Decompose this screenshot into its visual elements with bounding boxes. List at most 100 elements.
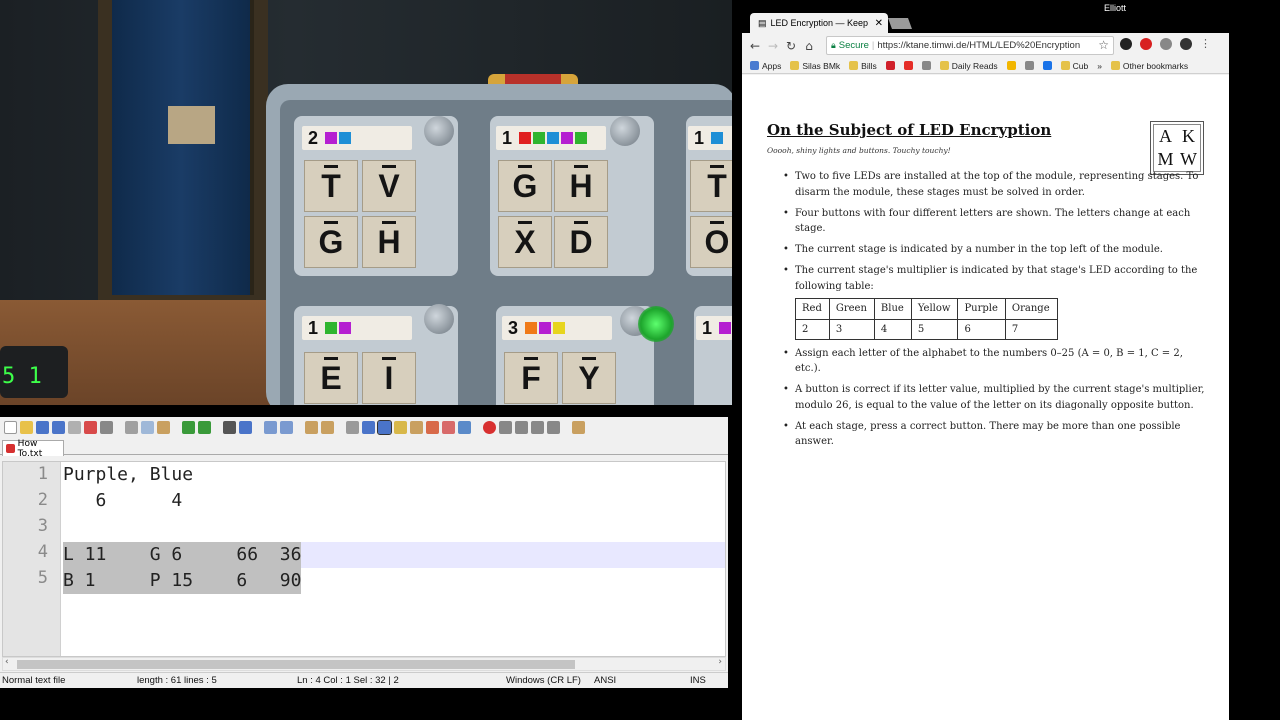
letter-button[interactable]: X [498, 216, 552, 268]
letter-button[interactable]: D [554, 216, 608, 268]
find-icon[interactable] [223, 420, 236, 434]
bookmark-item[interactable]: Cub [1060, 61, 1088, 71]
letter-button[interactable]: I [362, 352, 416, 404]
home-icon[interactable]: ⌂ [800, 39, 818, 53]
bookmark-item[interactable] [1024, 61, 1034, 70]
bookmark-icon [1060, 61, 1070, 70]
cut-icon[interactable] [125, 420, 138, 434]
save-macro-icon[interactable] [547, 420, 560, 434]
manual-page[interactable]: On the Subject of LED Encryption Ooooh, … [742, 75, 1229, 720]
print-icon[interactable] [100, 420, 113, 434]
text-editor[interactable]: 1 2 3 4 5 Purple, Blue 6 4 L 11 G 6 66 3… [2, 461, 726, 657]
letter-button[interactable]: T [304, 160, 358, 212]
bookmark-item[interactable]: Bills [849, 61, 877, 71]
reload-icon[interactable]: ↻ [782, 39, 800, 53]
extension-icon[interactable] [1160, 38, 1172, 50]
bookmark-item[interactable] [885, 61, 895, 70]
line-number: 4 [37, 542, 48, 562]
scrollbar-thumb[interactable] [17, 660, 575, 669]
scroll-left-icon[interactable]: ‹ [5, 657, 9, 667]
bookmark-item[interactable] [903, 61, 913, 70]
tab-close-icon[interactable]: ✕ [875, 18, 883, 29]
bookmark-item[interactable]: Daily Reads [939, 61, 998, 71]
letter-button[interactable]: Y [562, 352, 616, 404]
redo-icon[interactable] [198, 420, 211, 434]
led-indicator [719, 322, 732, 334]
close-file-icon[interactable] [68, 420, 81, 434]
chrome-menu-icon[interactable]: ⋮ [1200, 38, 1211, 50]
open-file-icon[interactable] [20, 420, 33, 434]
paste-icon[interactable] [157, 420, 170, 434]
extension-icon[interactable] [1120, 38, 1132, 50]
new-file-icon[interactable] [4, 420, 17, 434]
module-logo: A K M W [1150, 121, 1204, 175]
extension-icon[interactable] [1180, 38, 1192, 50]
word-wrap-icon[interactable] [346, 420, 359, 434]
bookmark-item[interactable] [1006, 61, 1016, 70]
file-tab[interactable]: How To.txt [2, 439, 64, 459]
stage-display: 3 [502, 316, 612, 340]
scroll-right-icon[interactable]: › [718, 657, 722, 667]
bookmark-item[interactable]: Other bookmarks [1110, 61, 1188, 71]
bookmark-item[interactable] [1042, 61, 1052, 70]
folder-workspace-icon[interactable] [442, 420, 455, 434]
bookmark-star-icon[interactable]: ☆ [1098, 38, 1109, 52]
led-encryption-module[interactable]: 1 [694, 306, 732, 405]
letter-button[interactable]: T [690, 160, 732, 212]
bookmark-item[interactable] [921, 61, 931, 70]
rule-item: At each stage, press a correct button. T… [767, 419, 1207, 450]
plugin-icon[interactable] [572, 420, 585, 434]
function-list-icon[interactable] [426, 420, 439, 434]
led-encryption-module[interactable]: 1 T O [686, 116, 732, 276]
close-all-icon[interactable] [84, 420, 97, 434]
letter-button[interactable]: G [304, 216, 358, 268]
letter-button[interactable]: V [362, 160, 416, 212]
letter-button[interactable]: H [362, 216, 416, 268]
code-line: Purple, Blue [63, 464, 194, 485]
document-favicon-icon: ▤ [758, 17, 767, 28]
letter-button[interactable]: G [498, 160, 552, 212]
new-tab-button[interactable] [887, 18, 913, 29]
doc-map-icon[interactable] [410, 420, 423, 434]
game-viewport[interactable]: 5 1 2 T V G H 1 G H X D 1 T O 1 E I 3 F … [0, 0, 732, 405]
horizontal-scrollbar[interactable]: ‹ › [2, 657, 726, 671]
monitoring-icon[interactable] [458, 420, 471, 434]
browser-tab-strip: ▤ LED Encryption — Keep ✕ [742, 11, 1229, 33]
table-cell: 2 [795, 318, 830, 340]
save-icon[interactable] [36, 420, 49, 434]
browser-toolbar: ← → ↻ ⌂ 🔒︎ Secure | https://ktane.timwi.… [742, 33, 1229, 58]
show-all-chars-icon[interactable] [362, 420, 375, 434]
run-macro-multiple-icon[interactable] [531, 420, 544, 434]
back-icon[interactable]: ← [746, 39, 764, 53]
stop-macro-icon[interactable] [499, 420, 512, 434]
zoom-in-icon[interactable] [264, 420, 277, 434]
sync-vertical-icon[interactable] [305, 420, 318, 434]
address-bar[interactable]: 🔒︎ Secure | https://ktane.timwi.de/HTML/… [826, 36, 1114, 55]
bookmark-item[interactable]: Apps [750, 61, 781, 71]
rule-text: Assign each letter of the alphabet to th… [795, 347, 1183, 375]
door-sign [168, 106, 215, 144]
undo-icon[interactable] [182, 420, 195, 434]
sync-horizontal-icon[interactable] [321, 420, 334, 434]
save-all-icon[interactable] [52, 420, 65, 434]
led-indicator [561, 132, 574, 144]
browser-tab[interactable]: ▤ LED Encryption — Keep ✕ [750, 13, 888, 33]
letter-button[interactable]: F [504, 352, 558, 404]
letter-button[interactable]: E [304, 352, 358, 404]
replace-icon[interactable] [239, 420, 252, 434]
forward-icon[interactable]: → [764, 39, 782, 53]
copy-icon[interactable] [141, 420, 154, 434]
code-line-selected: B 1 P 15 6 90 [63, 568, 302, 594]
record-macro-icon[interactable] [483, 420, 496, 434]
play-macro-icon[interactable] [515, 420, 528, 434]
indent-guide-icon[interactable] [377, 419, 392, 435]
zoom-out-icon[interactable] [280, 420, 293, 434]
letter-button[interactable]: O [690, 216, 732, 268]
letter-button[interactable]: H [554, 160, 608, 212]
bookmark-item[interactable]: Silas BMk [790, 61, 840, 71]
bookmark-item[interactable]: » [1097, 61, 1102, 71]
table-cell: 5 [910, 318, 959, 340]
extension-icon[interactable] [1140, 38, 1152, 50]
udl-icon[interactable] [394, 420, 407, 434]
led-indicator [547, 132, 560, 144]
